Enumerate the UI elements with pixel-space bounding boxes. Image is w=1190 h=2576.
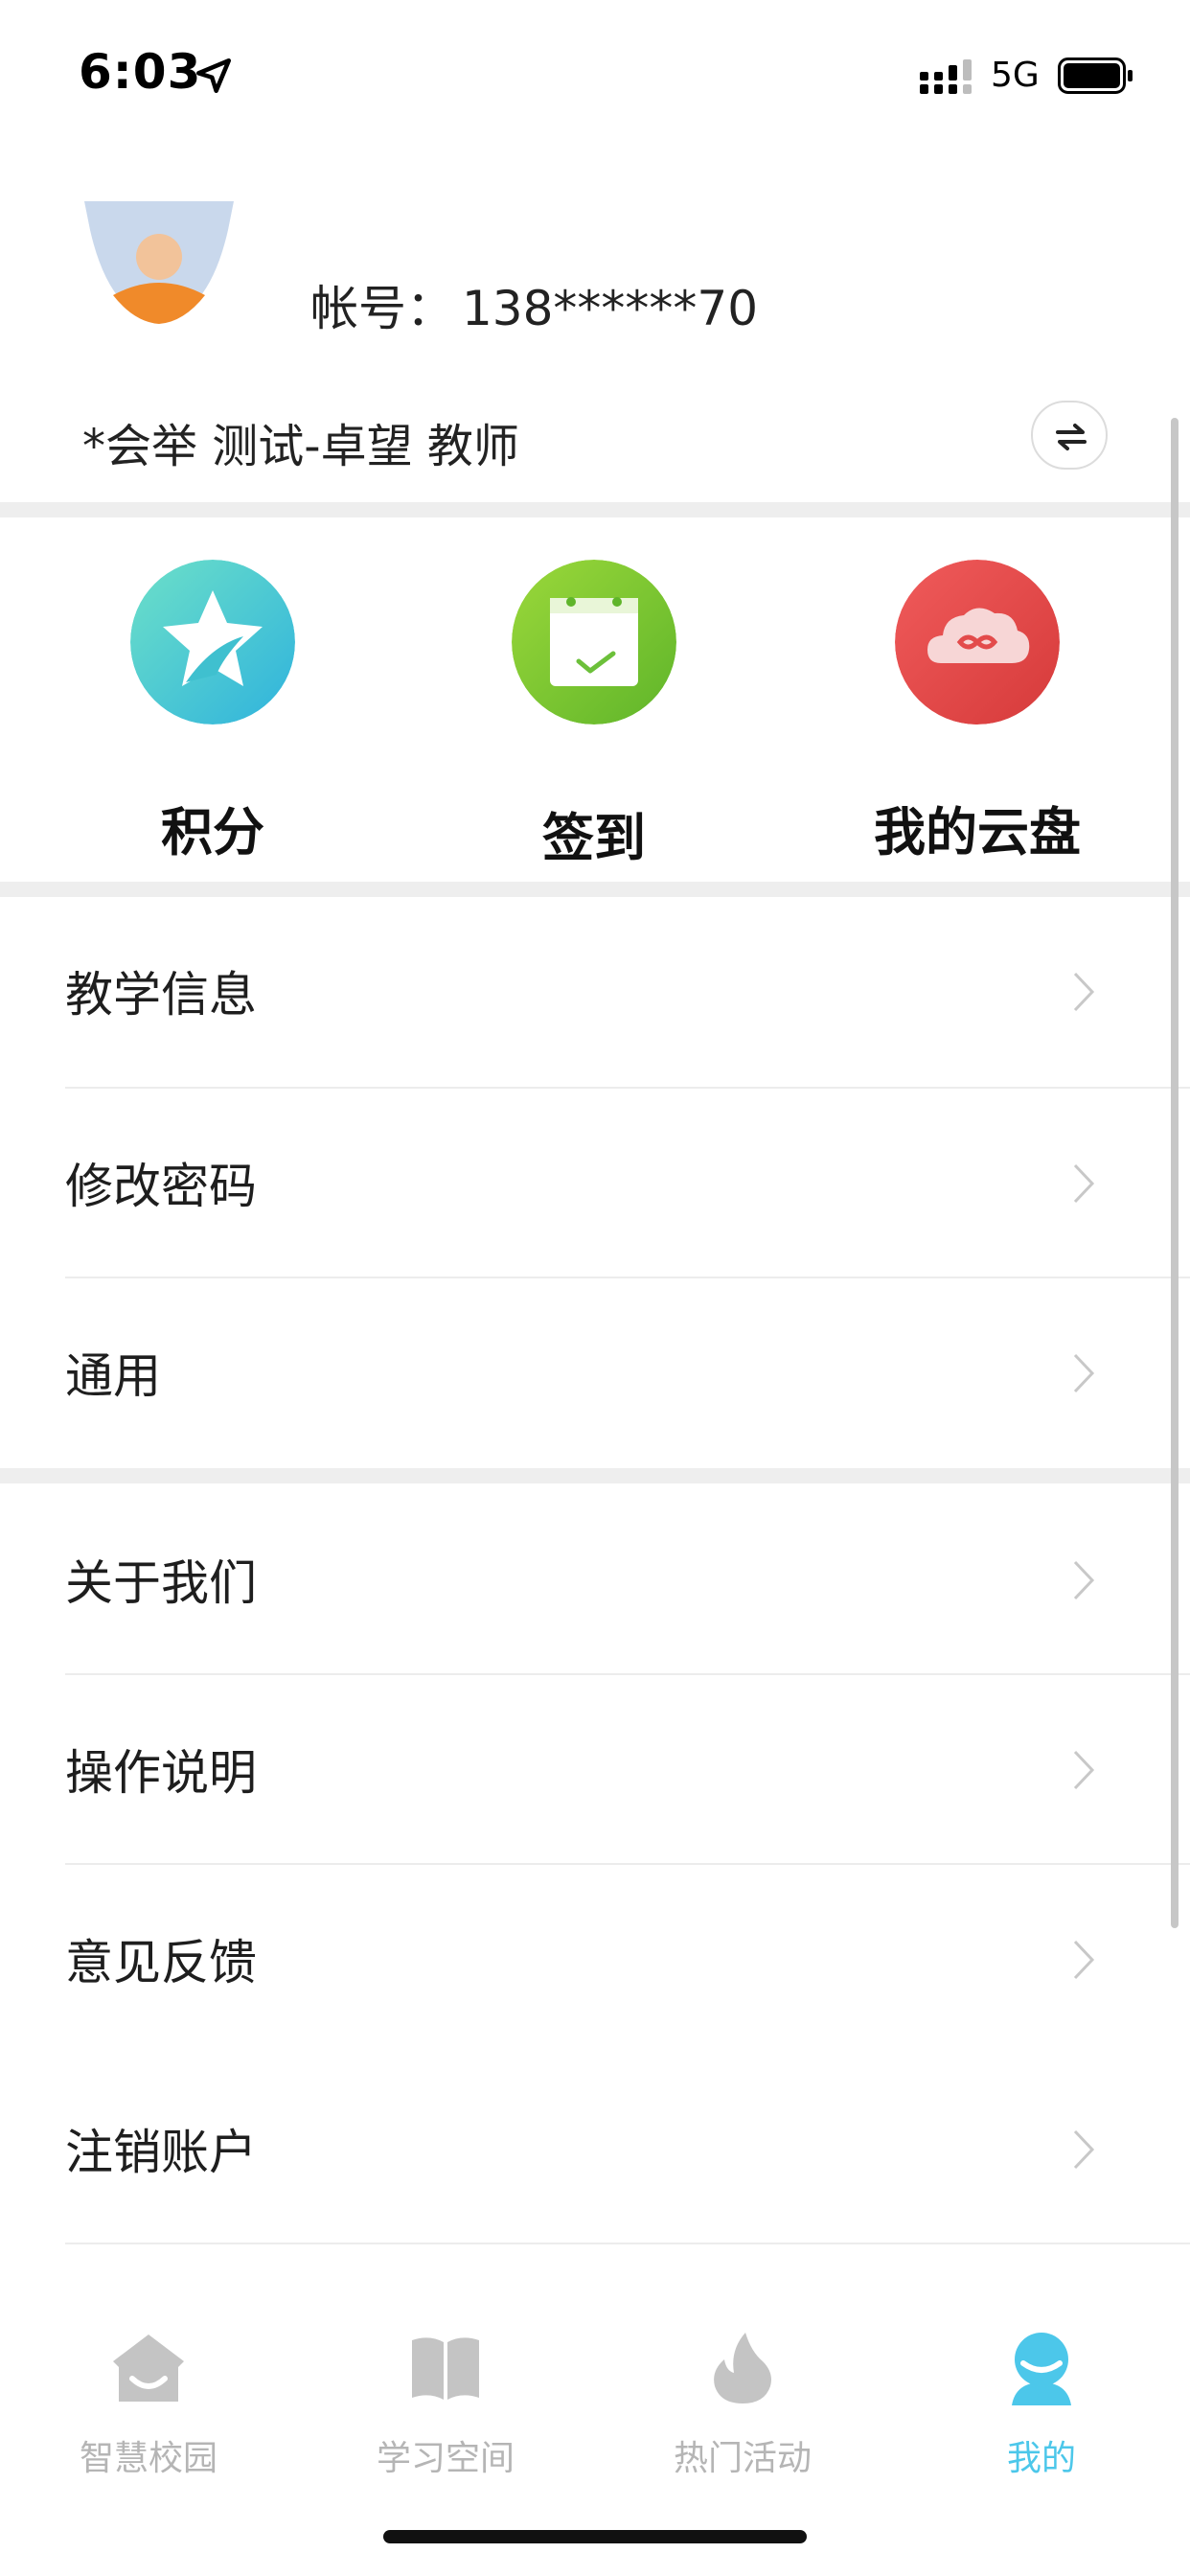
location-arrow-icon [195, 58, 232, 94]
section-divider [0, 502, 1190, 518]
book-icon [412, 2337, 479, 2400]
scroll-indicator[interactable] [1171, 418, 1179, 1928]
menu-item-delete-account[interactable]: 注销账户 [0, 2055, 1190, 2244]
tab-label: 热门活动 [673, 2439, 812, 2478]
menu-item-instructions[interactable]: 操作说明 [0, 1675, 1190, 1865]
menu-item-label: 关于我们 [65, 1555, 257, 1611]
chevron-right-icon [1073, 1353, 1095, 1393]
menu-item-label: 意见反馈 [65, 1935, 257, 1990]
account-label-prefix: 帐号： [310, 281, 454, 336]
quick-action-points[interactable]: 积分 [69, 560, 356, 876]
cloud-icon [895, 560, 1060, 724]
tab-label: 我的 [1006, 2439, 1076, 2478]
menu-item-label: 修改密码 [65, 1159, 257, 1214]
section-divider [0, 1468, 1190, 1484]
status-time: 6:03 [79, 44, 202, 100]
menu-item-teaching-info[interactable]: 教学信息 [0, 897, 1190, 1087]
chevron-right-icon [1073, 1940, 1095, 1980]
switch-arrows-icon [1056, 424, 1087, 450]
tab-hot-activities[interactable]: 热门活动 [594, 2329, 891, 2501]
star-icon [130, 560, 295, 724]
house-icon [113, 2334, 184, 2402]
menu-item-label: 注销账户 [65, 2125, 257, 2180]
signal-icon [920, 59, 972, 94]
user-role: *会举 测试-卓望 教师 [82, 420, 519, 473]
avatar[interactable] [84, 201, 234, 326]
quick-action-label: 签到 [542, 808, 646, 868]
switch-account-button[interactable] [1031, 401, 1108, 470]
calendar-check-icon [512, 560, 676, 724]
account-label: 帐号： 138******70 [303, 270, 758, 339]
tab-smart-campus[interactable]: 智慧校园 [0, 2329, 297, 2501]
menu-item-label: 操作说明 [65, 1745, 257, 1801]
quick-action-checkin[interactable]: 签到 [450, 560, 738, 876]
chevron-right-icon [1073, 1750, 1095, 1790]
network-label: 5G [991, 56, 1040, 95]
chevron-right-icon [1073, 1163, 1095, 1204]
profile-screen: 6:03 5G 帐号： 138******70 *会举 测试-卓望 教师 积分 … [0, 0, 1190, 2576]
home-indicator[interactable] [383, 2530, 807, 2543]
tab-label: 学习空间 [376, 2439, 515, 2478]
menu-separator [65, 2242, 1190, 2244]
menu-item-label: 教学信息 [65, 967, 257, 1023]
menu-item-feedback[interactable]: 意见反馈 [0, 1865, 1190, 2055]
flame-icon [714, 2333, 771, 2404]
person-icon [1012, 2333, 1071, 2405]
chevron-right-icon [1073, 972, 1095, 1012]
menu-item-about-us[interactable]: 关于我们 [0, 1485, 1190, 1675]
chevron-right-icon [1073, 2129, 1095, 2170]
tab-learning-space[interactable]: 学习空间 [297, 2329, 594, 2501]
account-number: 138******70 [462, 281, 759, 336]
menu-item-change-password[interactable]: 修改密码 [0, 1089, 1190, 1278]
quick-action-label: 积分 [161, 802, 264, 862]
section-divider [0, 882, 1190, 897]
quick-action-label: 我的云盘 [874, 802, 1081, 862]
tab-mine[interactable]: 我的 [893, 2329, 1190, 2501]
chevron-right-icon [1073, 1560, 1095, 1600]
menu-item-general[interactable]: 通用 [0, 1278, 1190, 1468]
tab-label: 智慧校园 [79, 2439, 217, 2478]
status-bar: 6:03 5G [0, 0, 1190, 144]
quick-action-cloud-drive[interactable]: 我的云盘 [834, 560, 1121, 876]
battery-icon [1058, 58, 1133, 94]
menu-item-label: 通用 [65, 1348, 161, 1404]
